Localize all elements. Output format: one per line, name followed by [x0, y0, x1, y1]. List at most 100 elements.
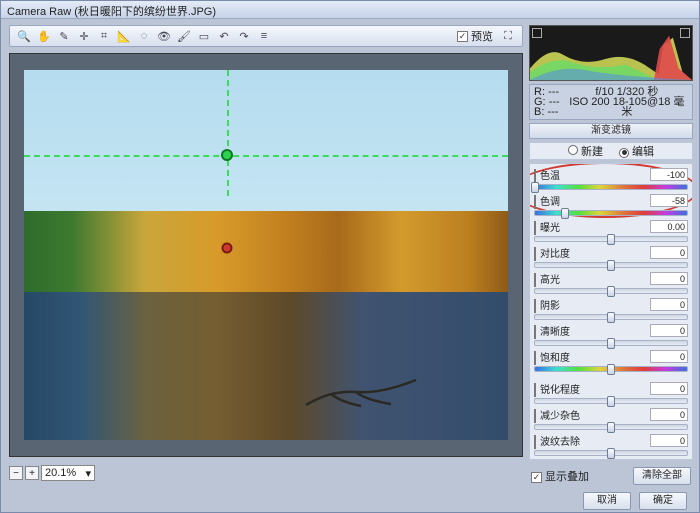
track-highlights[interactable]	[534, 288, 688, 294]
grad-filter-icon[interactable]: ▭	[195, 28, 213, 44]
label-clarity: 清晰度	[540, 327, 570, 338]
gradient-guide-vertical[interactable]	[227, 70, 229, 196]
toggle-sharpness[interactable]	[534, 383, 536, 397]
track-nr_lum[interactable]	[534, 424, 688, 430]
label-exposure: 曝光	[540, 223, 560, 234]
track-moire[interactable]	[534, 450, 688, 456]
toggle-contrast[interactable]	[534, 247, 536, 261]
label-moire: 波纹去除	[540, 437, 580, 448]
slider-moire: 波纹去除 0	[534, 433, 688, 457]
track-temp[interactable]	[534, 184, 688, 190]
slider-nr_lum: 减少杂色0	[534, 407, 688, 431]
value-shadows[interactable]: 0	[650, 298, 688, 311]
color-sampler-icon[interactable]: ✛	[75, 28, 93, 44]
value-temp[interactable]: -100	[650, 168, 688, 181]
toggle-shadows[interactable]	[534, 299, 536, 313]
track-clarity[interactable]	[534, 340, 688, 346]
thumb-tint[interactable]	[561, 208, 569, 219]
track-contrast[interactable]	[534, 262, 688, 268]
ok-button[interactable]: 确定	[639, 492, 687, 510]
crop-tool-icon[interactable]: ⌗	[95, 28, 113, 44]
highlight-clip-icon[interactable]	[680, 28, 690, 38]
value-sharpness[interactable]: 0	[650, 382, 688, 395]
rotate-cw-icon[interactable]: ↷	[235, 28, 253, 44]
right-panel: R: --- G: --- B: --- f/10 1/320 秒 ISO 20…	[527, 19, 699, 489]
value-saturation[interactable]: 0	[650, 350, 688, 363]
preview-label: 预览	[471, 28, 493, 44]
slider-tint: 色调 -58	[534, 193, 688, 217]
label-saturation: 饱和度	[540, 353, 570, 364]
value-clarity[interactable]: 0	[650, 324, 688, 337]
exif-info: R: --- G: --- B: --- f/10 1/320 秒 ISO 20…	[529, 84, 693, 120]
track-sharpness[interactable]	[534, 398, 688, 404]
zoom-out-button[interactable]: −	[9, 466, 23, 480]
radio-new[interactable]	[568, 145, 578, 155]
slider-highlights: 高光0	[534, 271, 688, 295]
camera-raw-window: Camera Raw (秋日暖阳下的缤纷世界.JPG) 🔍 ✋ ✎ ✛ ⌗ 📐 …	[0, 0, 700, 513]
eyedropper-icon[interactable]: ✎	[55, 28, 73, 44]
slider-exposure: 曝光 0.00	[534, 219, 688, 243]
gradient-guide-horizontal[interactable]	[24, 155, 508, 157]
zoom-select[interactable]: 20.1% ▾	[41, 465, 95, 481]
thumb-exposure[interactable]	[607, 234, 615, 245]
value-highlights[interactable]: 0	[650, 272, 688, 285]
rotate-ccw-icon[interactable]: ↶	[215, 28, 233, 44]
label-tint: 色调	[540, 197, 560, 208]
overlay-checkbox[interactable]: ✓	[531, 472, 542, 483]
clear-all-button[interactable]: 清除全部	[633, 467, 691, 485]
value-contrast[interactable]: 0	[650, 246, 688, 259]
hand-tool-icon[interactable]: ✋	[35, 28, 53, 44]
thumb-highlights[interactable]	[607, 286, 615, 297]
value-tint[interactable]: -58	[650, 194, 688, 207]
thumb-clarity[interactable]	[607, 338, 615, 349]
thumb-contrast[interactable]	[607, 260, 615, 271]
toggle-moire[interactable]	[534, 435, 536, 449]
slider-saturation: 饱和度 0	[534, 349, 688, 373]
gradient-end-handle[interactable]	[222, 242, 233, 253]
overlay-label: 显示叠加	[545, 471, 589, 483]
toggle-exposure[interactable]	[534, 221, 536, 235]
track-tint[interactable]	[534, 210, 688, 216]
toggle-nr_lum[interactable]	[534, 409, 536, 423]
track-saturation[interactable]	[534, 366, 688, 372]
adjust-brush-icon[interactable]: 🖌	[175, 28, 193, 44]
thumb-temp[interactable]	[531, 182, 539, 193]
radio-edit[interactable]	[619, 148, 629, 158]
label-temp: 色温	[540, 171, 560, 182]
toggle-tint[interactable]	[534, 195, 536, 209]
preview-checkbox[interactable]: ✓	[457, 31, 468, 42]
zoom-tool-icon[interactable]: 🔍	[15, 28, 33, 44]
chevron-down-icon: ▾	[85, 467, 91, 480]
shadow-clip-icon[interactable]	[532, 28, 542, 38]
histogram[interactable]	[529, 25, 693, 81]
image-canvas[interactable]	[9, 53, 523, 457]
gradient-mode-radios: 新建 编辑	[529, 142, 693, 160]
thumb-nr_lum[interactable]	[607, 422, 615, 433]
straighten-icon[interactable]: 📐	[115, 28, 133, 44]
toggle-temp[interactable]	[534, 169, 536, 183]
thumb-sharpness[interactable]	[607, 396, 615, 407]
track-exposure[interactable]	[534, 236, 688, 242]
redeye-icon[interactable]: 👁	[155, 28, 173, 44]
spot-removal-icon[interactable]: ◌	[135, 28, 153, 44]
gradient-start-handle[interactable]	[221, 149, 233, 161]
label-contrast: 对比度	[540, 249, 570, 260]
fullscreen-icon[interactable]: ⛶	[499, 28, 517, 44]
title-bar: Camera Raw (秋日暖阳下的缤纷世界.JPG)	[1, 1, 699, 19]
thumb-shadows[interactable]	[607, 312, 615, 323]
value-moire[interactable]: 0	[650, 434, 688, 447]
value-exposure[interactable]: 0.00	[650, 220, 688, 233]
thumb-moire[interactable]	[607, 448, 615, 459]
toggle-highlights[interactable]	[534, 273, 536, 287]
toggle-clarity[interactable]	[534, 325, 536, 339]
cancel-button[interactable]: 取消	[583, 492, 631, 510]
exif-iso: ISO 200 18-105@18 毫米	[566, 97, 688, 117]
left-pane: 🔍 ✋ ✎ ✛ ⌗ 📐 ◌ 👁 🖌 ▭ ↶ ↷ ≡ ✓ 预览 ⛶	[1, 19, 527, 489]
zoom-value: 20.1%	[45, 467, 76, 479]
zoom-in-button[interactable]: +	[25, 466, 39, 480]
track-shadows[interactable]	[534, 314, 688, 320]
value-nr_lum[interactable]: 0	[650, 408, 688, 421]
toggle-saturation[interactable]	[534, 351, 536, 365]
prefs-icon[interactable]: ≡	[255, 28, 273, 44]
thumb-saturation[interactable]	[607, 364, 615, 375]
